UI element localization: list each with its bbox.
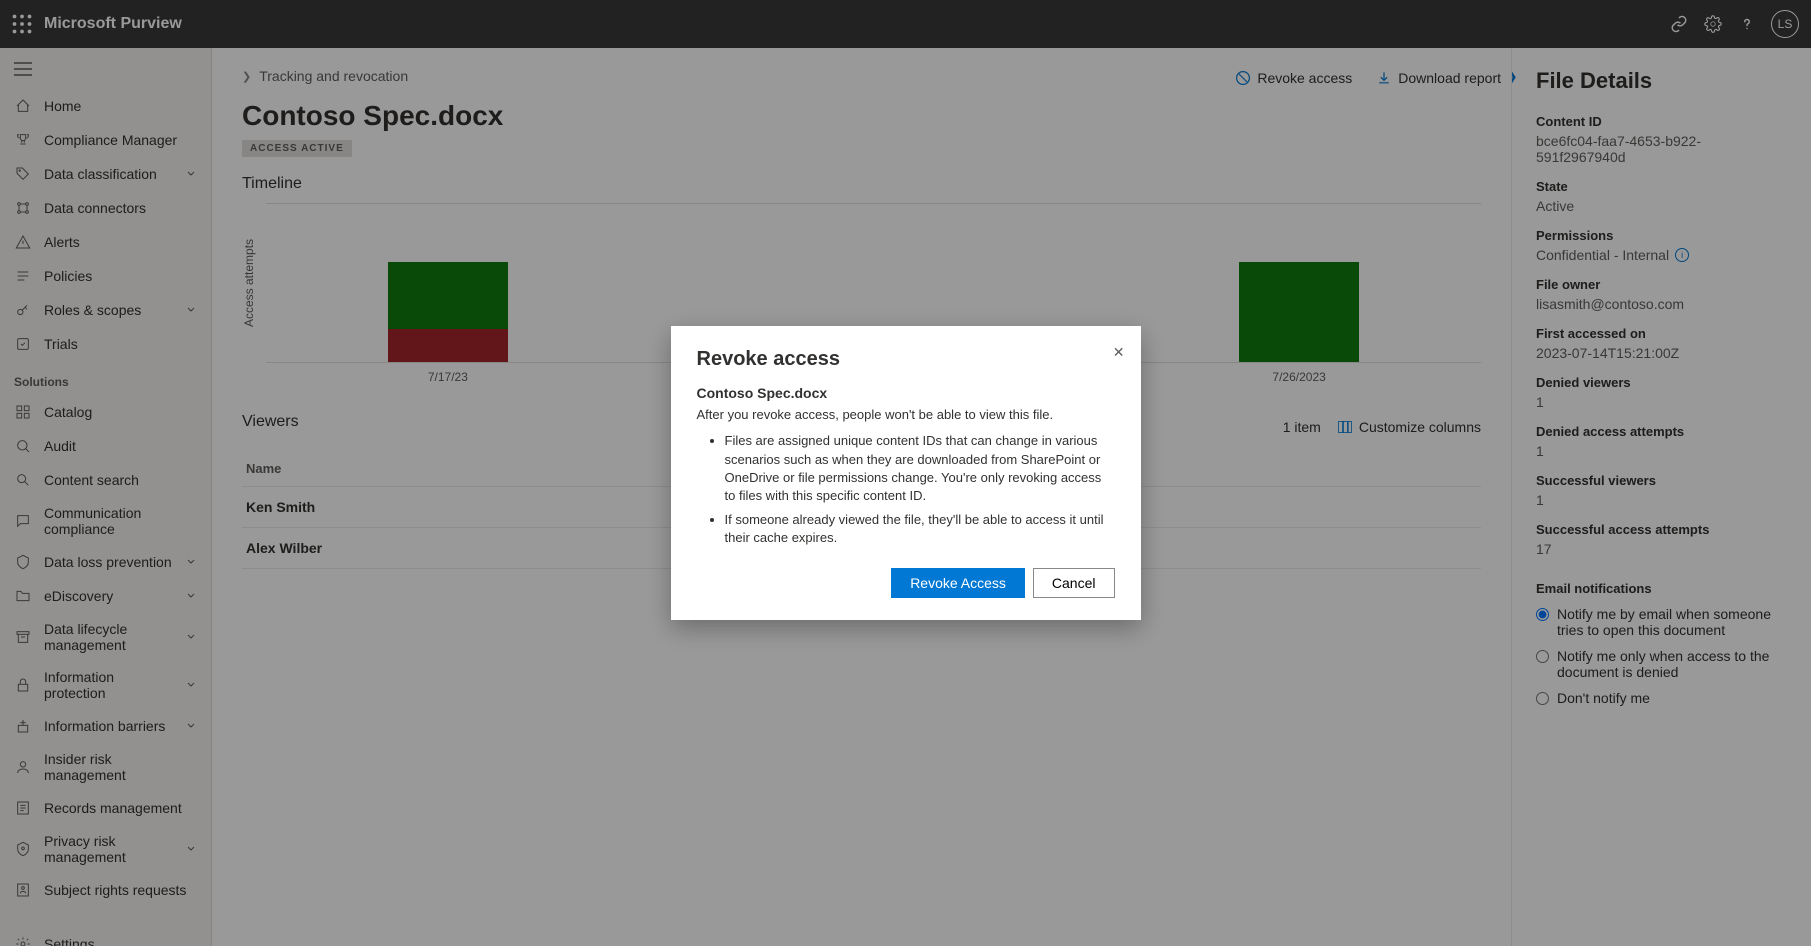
cancel-button[interactable]: Cancel xyxy=(1033,568,1115,598)
modal-bullet: Files are assigned unique content IDs th… xyxy=(725,432,1115,505)
close-icon[interactable]: ✕ xyxy=(1113,344,1125,361)
revoke-access-dialog: ✕ Revoke access Contoso Spec.docx After … xyxy=(671,326,1141,619)
modal-bullet: If someone already viewed the file, they… xyxy=(725,511,1115,547)
modal-filename: Contoso Spec.docx xyxy=(697,385,1115,401)
revoke-access-button[interactable]: Revoke Access xyxy=(891,568,1025,598)
modal-overlay: ✕ Revoke access Contoso Spec.docx After … xyxy=(0,0,1811,946)
modal-title: Revoke access xyxy=(697,348,1115,371)
modal-intro: After you revoke access, people won't be… xyxy=(697,407,1115,422)
